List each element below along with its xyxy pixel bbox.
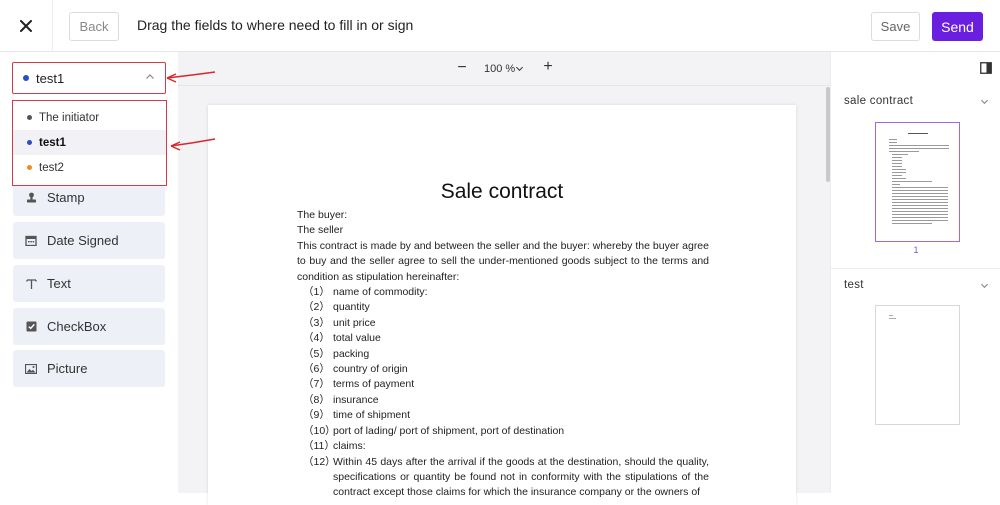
document-page[interactable]: Sale contract The buyer: The seller This…: [208, 105, 796, 505]
list-item: （4） total value: [297, 331, 709, 346]
signer-option-initiator[interactable]: The initiator: [13, 105, 166, 130]
list-item: （10） port of lading/ port of shipment, po…: [297, 424, 709, 439]
list-item: （7） terms of payment: [297, 377, 709, 392]
zoom-out-button[interactable]: −: [454, 59, 470, 77]
field-checkbox[interactable]: CheckBox: [13, 308, 165, 345]
list-text: port of lading/ port of shipment, port o…: [333, 424, 565, 437]
field-text[interactable]: Text: [13, 265, 165, 302]
list-number: （2）: [303, 301, 330, 314]
field-picture[interactable]: Picture: [13, 350, 165, 387]
page-thumbnail[interactable]: [875, 305, 960, 425]
list-text: claims:: [333, 440, 366, 453]
back-button[interactable]: Back: [69, 12, 119, 41]
signer-color-dot: [27, 165, 32, 170]
list-item: （5） packing: [297, 347, 709, 362]
list-text: name of commodity:: [333, 286, 428, 299]
chevron-down-icon[interactable]: [980, 97, 989, 106]
close-icon: [20, 20, 32, 32]
field-date-signed[interactable]: Date Signed: [13, 222, 165, 259]
list-item: （6） country of origin: [297, 362, 709, 377]
zoom-toolbar: − 100 % +: [178, 52, 830, 86]
chevron-down-icon[interactable]: [980, 281, 989, 290]
list-text: packing: [333, 347, 370, 360]
document-name-sale-contract[interactable]: sale contract: [844, 95, 913, 107]
signer-option-test2[interactable]: test2: [13, 155, 166, 180]
signer-option-test1[interactable]: test1: [13, 130, 166, 155]
page-thumbnail[interactable]: [875, 122, 960, 242]
fields-sidebar: test1 The initiator test1 test2 Stamp Da…: [0, 52, 178, 493]
list-text: quantity: [333, 301, 370, 314]
intro-paragraph: This contract is made by and between the…: [297, 239, 709, 283]
panel-toggle-icon[interactable]: [980, 62, 992, 74]
field-label: Picture: [47, 361, 88, 376]
list-number: （5）: [303, 347, 330, 360]
chevron-down-icon[interactable]: [515, 64, 524, 73]
document-title: Sale contract: [440, 180, 564, 203]
calendar-icon: [24, 234, 38, 248]
list-number: （11）: [303, 440, 335, 453]
close-button[interactable]: [14, 14, 38, 38]
buyer-line: The buyer:: [297, 209, 348, 221]
documents-panel: sale contract 1 test: [830, 52, 1000, 493]
list-item: （2） quantity: [297, 300, 709, 315]
list-item: （12） Within 45 days after the arrival if …: [297, 455, 709, 501]
text-icon: [24, 277, 38, 291]
list-number: （8）: [303, 393, 330, 406]
list-number: （6）: [303, 363, 330, 376]
list-text: country of origin: [333, 363, 408, 376]
list-item: （1） name of commodity:: [297, 285, 709, 300]
chevron-up-icon[interactable]: [145, 72, 155, 82]
list-item: （11） claims:: [297, 439, 709, 454]
signer-color-dot: [27, 115, 32, 120]
list-item: （9） time of shipment: [297, 408, 709, 423]
list-number: （12）: [303, 455, 336, 468]
picture-icon: [24, 362, 38, 376]
list-text: total value: [333, 332, 381, 345]
signer-option-label: The initiator: [39, 111, 100, 124]
signer-color-dot: [27, 140, 32, 145]
top-bar: Back Drag the fields to where need to fi…: [0, 0, 1000, 52]
list-item: （8） insurance: [297, 393, 709, 408]
list-text: unit price: [333, 316, 376, 329]
divider: [831, 268, 1000, 269]
stamp-icon: [24, 191, 38, 205]
list-text: terms of payment: [333, 378, 415, 391]
signer-option-label: test1: [39, 136, 66, 149]
list-number: （3）: [303, 316, 330, 329]
divider: [52, 0, 53, 52]
thumb-title-line: [908, 133, 928, 134]
document-canvas: − 100 % + Sale contract The buyer: The s…: [178, 52, 830, 505]
zoom-in-button[interactable]: +: [540, 58, 556, 76]
list-text: insurance: [333, 393, 379, 406]
page-number: 1: [913, 245, 919, 255]
list-text: Within 45 days after the arrival if the …: [333, 455, 709, 499]
document-body: The buyer: The seller This contract is m…: [297, 208, 709, 501]
signer-option-label: test2: [39, 161, 64, 174]
checkbox-icon: [24, 320, 38, 334]
list-text: time of shipment: [333, 409, 411, 422]
field-label: Stamp: [47, 190, 85, 205]
list-number: （9）: [303, 409, 330, 422]
list-number: （4）: [303, 332, 330, 345]
list-number: （7）: [303, 378, 330, 391]
annotation-arrows: [166, 71, 216, 151]
field-label: CheckBox: [47, 319, 107, 334]
instruction-text: Drag the fields to where need to fill in…: [137, 17, 414, 33]
selected-signer-label: test1: [36, 70, 65, 86]
list-number: （10）: [303, 424, 336, 437]
seller-line: The seller: [297, 224, 344, 237]
signer-color-dot: [23, 75, 29, 81]
field-label: Date Signed: [47, 233, 119, 248]
field-label: Text: [47, 276, 71, 291]
document-name-test[interactable]: test: [844, 279, 864, 291]
send-button[interactable]: Send: [932, 12, 983, 41]
signer-dropdown: The initiator test1 test2: [12, 100, 167, 186]
save-button[interactable]: Save: [871, 12, 920, 41]
list-item: （3） unit price: [297, 316, 709, 331]
zoom-level[interactable]: 100 %: [484, 63, 515, 75]
signer-select[interactable]: test1: [12, 62, 166, 94]
list-number: （1）: [303, 286, 330, 299]
